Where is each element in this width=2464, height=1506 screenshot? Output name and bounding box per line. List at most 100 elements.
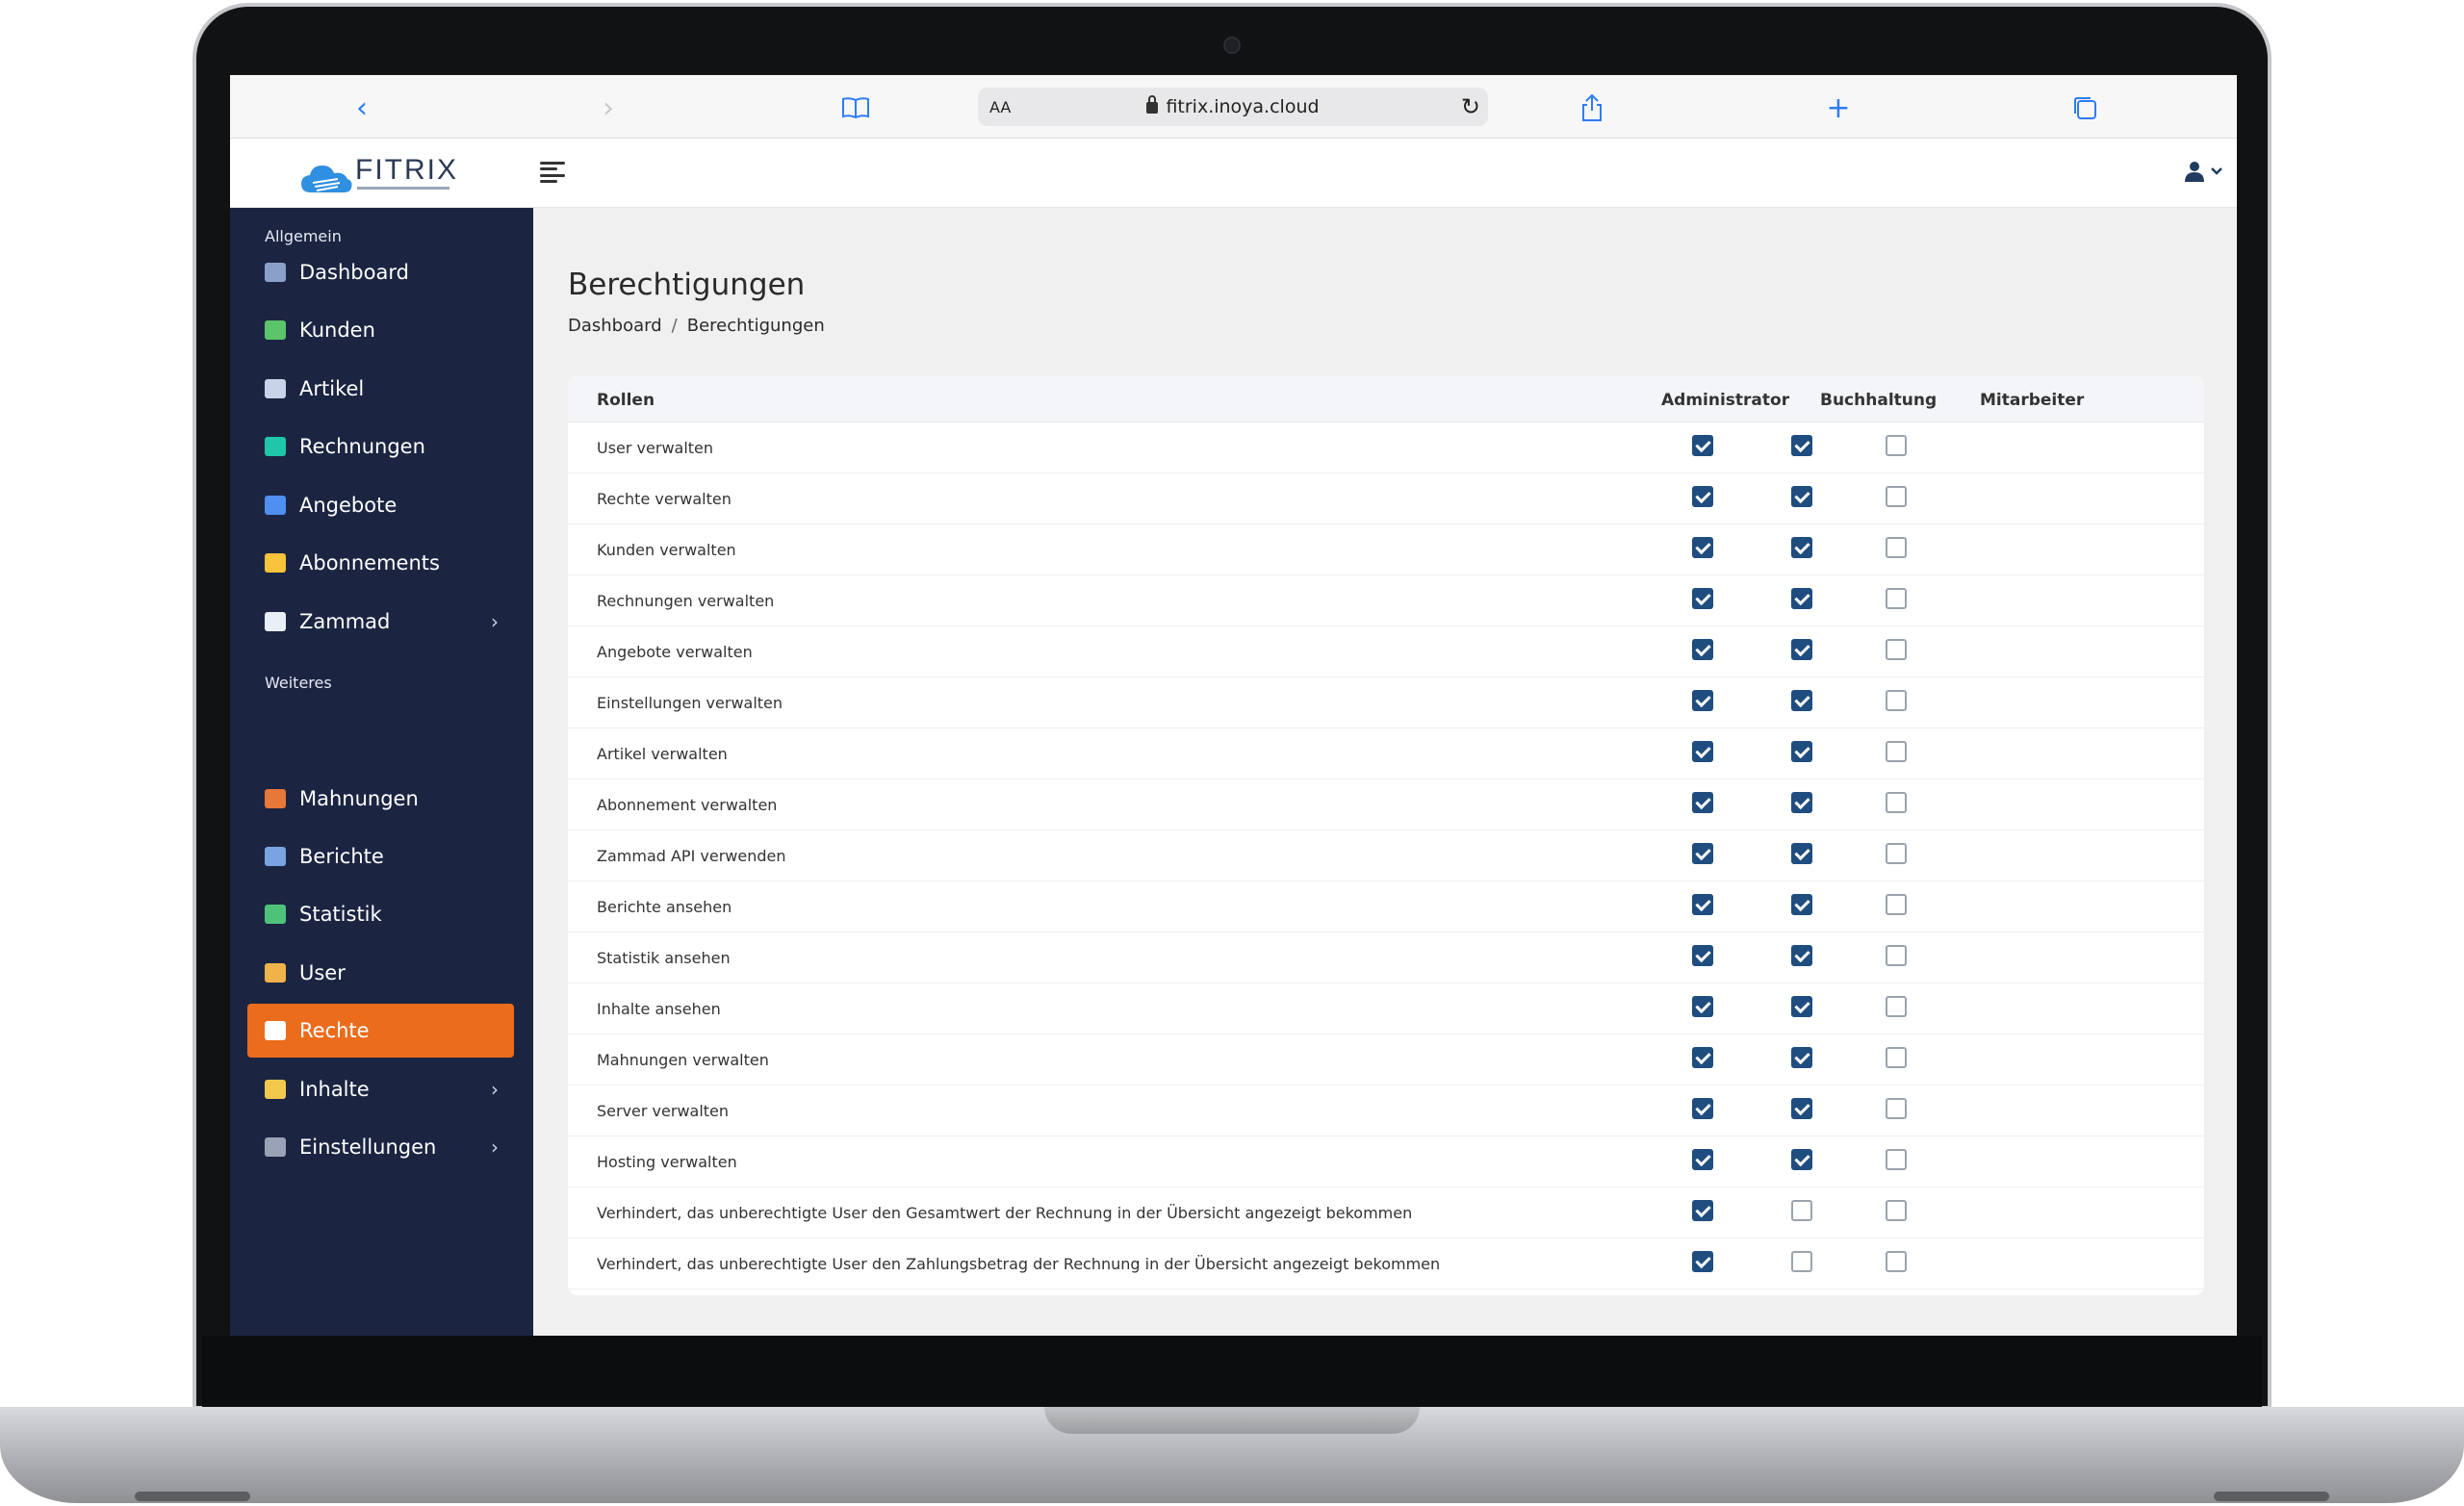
chevron-right-icon: ›	[491, 610, 499, 633]
checkbox-admin[interactable]	[1692, 588, 1713, 609]
checkbox-admin[interactable]	[1692, 792, 1713, 813]
checkbox-mitarbeiter[interactable]	[1886, 537, 1907, 558]
checkbox-admin[interactable]	[1692, 843, 1713, 864]
checkbox-buchhaltung[interactable]	[1791, 843, 1812, 864]
checkbox-buchhaltung[interactable]	[1791, 1200, 1812, 1221]
sidebar-item-rechte[interactable]: Rechte	[247, 1004, 514, 1058]
sidebar-item-mahnungen[interactable]: Mahnungen	[247, 772, 514, 826]
sidebar-item-label: User	[299, 961, 346, 984]
sidebar-item-inhalte[interactable]: Inhalte ›	[247, 1062, 514, 1116]
checkbox-mitarbeiter[interactable]	[1886, 588, 1907, 609]
checkbox-buchhaltung[interactable]	[1791, 1047, 1812, 1068]
checkbox-buchhaltung[interactable]	[1791, 1098, 1812, 1119]
share-icon[interactable]	[1573, 89, 1611, 127]
checkbox-admin[interactable]	[1692, 690, 1713, 711]
statistics-icon	[265, 905, 286, 924]
table-row: Berichte ansehen	[568, 881, 2204, 932]
checkbox-buchhaltung[interactable]	[1791, 486, 1812, 507]
menu-icon[interactable]	[540, 162, 565, 183]
sidebar-item-label: Kunden	[299, 319, 375, 342]
checkbox-buchhaltung[interactable]	[1791, 996, 1812, 1017]
sidebar-item-zammad[interactable]: Zammad ›	[247, 595, 514, 649]
reminders-icon	[265, 789, 286, 808]
bookmarks-icon[interactable]	[836, 89, 875, 127]
checkbox-admin[interactable]	[1692, 945, 1713, 966]
permission-label: User verwalten	[597, 439, 714, 457]
laptop-notch	[1044, 1407, 1420, 1434]
checkbox-admin[interactable]	[1692, 1149, 1713, 1170]
sidebar-item-dashboard[interactable]: Dashboard	[247, 245, 514, 299]
address-bar[interactable]: AA fitrix.inoya.cloud ↻	[978, 88, 1488, 126]
checkbox-mitarbeiter[interactable]	[1886, 945, 1907, 966]
checkbox-mitarbeiter[interactable]	[1886, 486, 1907, 507]
sidebar-item-label: Angebote	[299, 494, 398, 517]
back-icon[interactable]: ‹	[343, 89, 381, 127]
sidebar-item-user[interactable]: User	[247, 946, 514, 1000]
sidebar-item-label: Berichte	[299, 845, 384, 868]
checkbox-buchhaltung[interactable]	[1791, 435, 1812, 456]
permission-label: Verhindert, das unberechtigte User den G…	[597, 1204, 1413, 1222]
checkbox-admin[interactable]	[1692, 486, 1713, 507]
checkbox-mitarbeiter[interactable]	[1886, 690, 1907, 711]
breadcrumb-home[interactable]: Dashboard	[568, 316, 662, 336]
screen: ‹ › AA fitrix.inoya.cloud ↻ + FITRIX All…	[230, 75, 2237, 1336]
permission-label: Verhindert, das unberechtigte User den Z…	[597, 1255, 1441, 1273]
checkbox-mitarbeiter[interactable]	[1886, 843, 1907, 864]
table-row: Verhindert, das unberechtigte User den Z…	[568, 1238, 2204, 1289]
checkbox-mitarbeiter[interactable]	[1886, 1251, 1907, 1272]
sidebar-item-rechnungen[interactable]: Rechnungen	[247, 420, 514, 473]
checkbox-admin[interactable]	[1692, 639, 1713, 660]
permission-label: Rechte verwalten	[597, 490, 732, 508]
checkbox-admin[interactable]	[1692, 894, 1713, 915]
checkbox-mitarbeiter[interactable]	[1886, 1149, 1907, 1170]
checkbox-buchhaltung[interactable]	[1791, 537, 1812, 558]
main-content: Berechtigungen Dashboard / Berechtigungen …	[533, 208, 2237, 1336]
checkbox-buchhaltung[interactable]	[1791, 639, 1812, 660]
checkbox-buchhaltung[interactable]	[1791, 690, 1812, 711]
checkbox-admin[interactable]	[1692, 1251, 1713, 1272]
checkbox-admin[interactable]	[1692, 741, 1713, 762]
checkbox-buchhaltung[interactable]	[1791, 792, 1812, 813]
checkbox-mitarbeiter[interactable]	[1886, 996, 1907, 1017]
checkbox-mitarbeiter[interactable]	[1886, 639, 1907, 660]
reports-icon	[265, 847, 286, 866]
checkbox-mitarbeiter[interactable]	[1886, 894, 1907, 915]
checkbox-mitarbeiter[interactable]	[1886, 741, 1907, 762]
checkbox-buchhaltung[interactable]	[1791, 741, 1812, 762]
tabs-overview-icon[interactable]	[2066, 89, 2104, 127]
sidebar-item-abonnements[interactable]: Abonnements	[247, 536, 514, 590]
new-tab-icon[interactable]: +	[1819, 89, 1858, 127]
user-menu[interactable]	[2183, 160, 2223, 183]
checkbox-mitarbeiter[interactable]	[1886, 435, 1907, 456]
table-row: Artikel verwalten	[568, 728, 2204, 779]
checkbox-buchhaltung[interactable]	[1791, 945, 1812, 966]
checkbox-admin[interactable]	[1692, 1200, 1713, 1221]
url-field[interactable]: fitrix.inoya.cloud	[978, 95, 1488, 117]
checkbox-admin[interactable]	[1692, 1047, 1713, 1068]
checkbox-admin[interactable]	[1692, 537, 1713, 558]
checkbox-buchhaltung[interactable]	[1791, 1251, 1812, 1272]
invoices-icon	[265, 437, 286, 456]
sidebar-item-statistik[interactable]: Statistik	[247, 887, 514, 941]
reload-icon[interactable]: ↻	[1461, 93, 1480, 120]
sidebar-item-angebote[interactable]: Angebote	[247, 478, 514, 532]
lock-icon	[1146, 95, 1159, 114]
dashboard-icon	[265, 263, 286, 282]
checkbox-buchhaltung[interactable]	[1791, 894, 1812, 915]
checkbox-buchhaltung[interactable]	[1791, 1149, 1812, 1170]
checkbox-mitarbeiter[interactable]	[1886, 1047, 1907, 1068]
sidebar-item-artikel[interactable]: Artikel	[247, 362, 514, 416]
fitrix-logo[interactable]: FITRIX	[299, 154, 456, 196]
checkbox-buchhaltung[interactable]	[1791, 588, 1812, 609]
url-text: fitrix.inoya.cloud	[1166, 96, 1320, 117]
checkbox-mitarbeiter[interactable]	[1886, 792, 1907, 813]
sidebar-item-berichte[interactable]: Berichte	[247, 830, 514, 883]
checkbox-admin[interactable]	[1692, 1098, 1713, 1119]
sidebar-item-einstellungen[interactable]: Einstellungen ›	[247, 1120, 514, 1174]
checkbox-mitarbeiter[interactable]	[1886, 1200, 1907, 1221]
checkbox-mitarbeiter[interactable]	[1886, 1098, 1907, 1119]
checkbox-admin[interactable]	[1692, 435, 1713, 456]
sidebar-item-kunden[interactable]: Kunden	[247, 303, 514, 357]
forward-icon[interactable]: ›	[589, 89, 628, 127]
checkbox-admin[interactable]	[1692, 996, 1713, 1017]
